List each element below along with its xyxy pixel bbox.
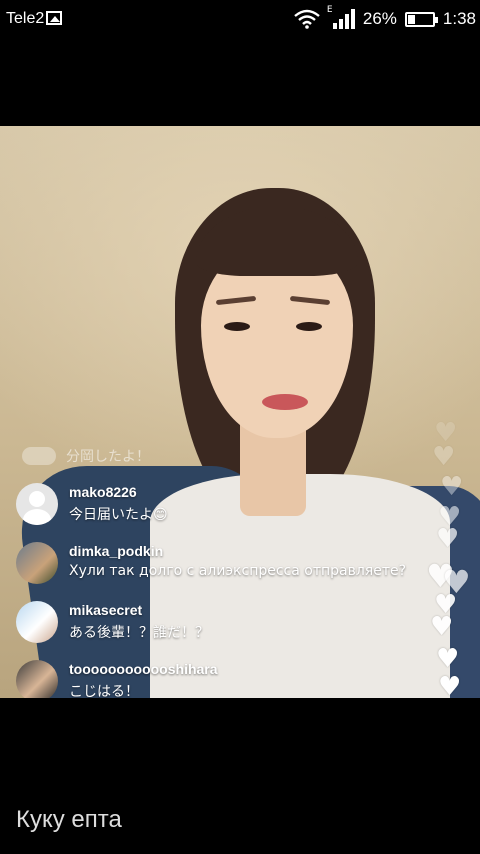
battery-percent: 26% [362,9,397,28]
network-type: E [326,5,333,15]
comment-username[interactable]: toooooooooooshihara [69,661,218,677]
comment-username[interactable]: dimka_podkin [69,543,406,559]
list-item[interactable]: mikasecret ある後輩！？誰だ！？ [16,601,416,660]
avatar[interactable] [16,542,58,584]
list-item[interactable]: mako8226 今日届いたよ😊 [16,483,416,542]
faded-comment: 分岡したよ！ [22,446,150,466]
comment-list: mako8226 今日届いたよ😊 dimka_podkin Хули так д… [16,483,416,719]
faded-avatar [22,447,56,465]
comment-body: mikasecret ある後輩！？誰だ！？ [69,601,209,642]
status-bar: Tele2 E 26% 1:38 [0,0,480,38]
avatar[interactable] [16,483,58,525]
eye [296,322,322,331]
comment-body: mako8226 今日届いたよ😊 [69,483,168,524]
comment-body: toooooooooooshihara こじはる！ [69,660,218,701]
avatar[interactable] [16,660,58,702]
battery-fill [407,14,415,24]
battery-icon [404,11,438,27]
clock: 1:38 [442,9,476,28]
status-icons: E 26% 1:38 [293,5,476,30]
comment-message: Хули так долго с алиэкспресса отправляет… [69,563,407,579]
comment-message: ある後輩！？誰だ！？ [69,625,209,641]
comment-username[interactable]: mikasecret [69,602,209,618]
gallery-icon [46,11,62,25]
comment-username[interactable]: mako8226 [69,484,168,500]
eye [224,322,250,331]
carrier-name: Tele2 [6,10,45,27]
faded-comment-text: 分岡したよ！ [66,449,150,465]
lips [262,394,308,410]
list-item[interactable]: dimka_podkin Хули так долго с алиэкспрес… [16,542,416,601]
comment-body: dimka_podkin Хули так долго с алиэкспрес… [69,542,406,579]
avatar[interactable] [16,601,58,643]
comment-message: 今日届いたよ😊 [69,507,168,523]
caption-text: Куку епта [16,806,122,833]
wifi-icon [294,9,320,29]
signal-icon: E [327,5,355,29]
